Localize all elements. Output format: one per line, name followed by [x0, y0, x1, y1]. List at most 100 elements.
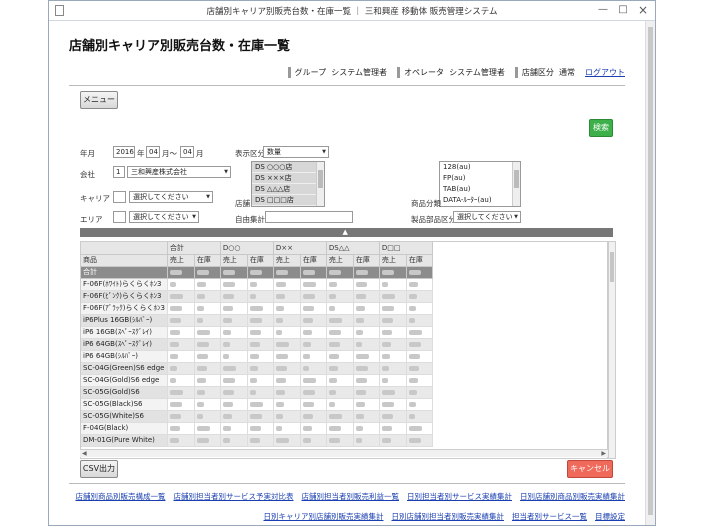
grid-vertical-scrollbar[interactable] — [608, 241, 616, 459]
masked-value — [408, 401, 416, 407]
total-cell — [167, 266, 195, 279]
masked-value — [381, 437, 391, 443]
masked-value — [249, 377, 257, 383]
sales-header: 売上 — [167, 254, 195, 267]
masked-value — [302, 293, 315, 299]
area-select[interactable]: 選択してください — [129, 211, 199, 223]
masked-value — [275, 305, 284, 311]
footer-link[interactable]: 日別店舗別担当者別販売実績集計 — [392, 511, 505, 522]
store-listbox[interactable]: DS ○○○店 DS ×××店 DS △△△店 DS □□□店 — [251, 161, 325, 207]
close-button[interactable]: × — [635, 3, 651, 17]
area-code-input[interactable] — [113, 211, 126, 223]
sales-cell — [273, 350, 301, 363]
footer-link[interactable]: 店舗別商品別販売構成一覧 — [76, 491, 166, 502]
masked-value — [249, 269, 262, 275]
sales-cell — [379, 314, 407, 327]
sales-cell — [220, 434, 248, 447]
sales-cell — [326, 434, 354, 447]
store-listbox-scrollbar[interactable] — [316, 162, 324, 206]
store-option[interactable]: DS △△△店 — [252, 184, 324, 195]
scroll-left-icon[interactable]: ◀ — [82, 450, 87, 458]
store-option[interactable]: DS □□□店 — [252, 195, 324, 206]
group-header-store-1: D○○ — [220, 242, 274, 255]
product-category-option[interactable]: DATA-ﾙｰﾀｰ(au) — [440, 195, 520, 206]
stock-cell — [300, 278, 327, 291]
stock-cell — [406, 410, 433, 423]
product-category-option[interactable]: TAB(au) — [440, 184, 520, 195]
carrier-code-input[interactable] — [113, 191, 126, 203]
store-option[interactable]: DS ○○○店 — [252, 162, 324, 173]
stock-cell — [353, 410, 380, 423]
collapse-toggle-bar[interactable]: ▲ — [80, 228, 613, 237]
stock-cell — [300, 290, 327, 303]
masked-value — [328, 353, 339, 359]
footer-link[interactable]: 店舗別担当者別販売利益一覧 — [302, 491, 400, 502]
masked-value — [196, 353, 208, 359]
masked-value — [249, 293, 256, 299]
page-scrollbar-thumb[interactable] — [648, 27, 653, 515]
product-category-listbox[interactable]: 128(au) FP(au) TAB(au) DATA-ﾙｰﾀｰ(au) — [439, 161, 521, 207]
grid-horizontal-scrollbar[interactable]: ◀ ▶ — [80, 449, 608, 457]
menu-button[interactable]: メニュー — [80, 91, 118, 109]
footer-links-row-1: 店舗別商品別販売構成一覧 店舗別担当者別サービス予実対比表 店舗別担当者別販売利… — [76, 491, 626, 502]
store-option[interactable]: DS ×××店 — [252, 173, 324, 184]
stock-cell — [300, 374, 327, 387]
masked-value — [196, 305, 204, 311]
store-listbox-thumb[interactable] — [318, 170, 323, 188]
sales-cell — [220, 422, 248, 435]
footer-link[interactable]: 店舗別担当者別サービス予実対比表 — [174, 491, 294, 502]
total-cell — [247, 266, 274, 279]
csv-export-button[interactable]: CSV出力 — [80, 460, 118, 478]
product-part-select[interactable]: 選択してください — [453, 211, 521, 223]
carrier-select[interactable]: 選択してください — [129, 191, 213, 203]
total-row-label: 合計 — [81, 266, 168, 279]
search-button[interactable]: 検索 — [589, 119, 613, 137]
footer-link[interactable]: 目標設定 — [595, 511, 625, 522]
product-category-option[interactable]: 128(au) — [440, 162, 520, 173]
page-scrollbar[interactable] — [645, 21, 655, 525]
masked-value — [169, 305, 182, 311]
grid-vertical-thumb[interactable] — [610, 252, 614, 282]
stock-cell — [300, 314, 327, 327]
maximize-button[interactable]: □ — [615, 3, 631, 17]
footer-link[interactable]: 日別キャリア別店舗別販売実績集計 — [264, 511, 384, 522]
footer-link[interactable]: 担当者別サービス一覧 — [512, 511, 587, 522]
masked-value — [196, 269, 209, 275]
product-category-option[interactable]: FP(au) — [440, 173, 520, 184]
product-category-thumb[interactable] — [514, 170, 519, 188]
masked-value — [302, 365, 309, 371]
month-from-input[interactable]: 04 — [146, 146, 160, 158]
group-header-store-2: D×× — [273, 242, 327, 255]
logout-link[interactable]: ログアウト — [585, 67, 625, 78]
masked-value — [169, 365, 177, 371]
free-total-input[interactable] — [265, 211, 353, 223]
company-code-input[interactable]: 1 — [113, 166, 125, 178]
cancel-button[interactable]: キャンセル — [567, 460, 613, 478]
stock-cell — [194, 338, 221, 351]
minimize-button[interactable]: — — [595, 3, 611, 17]
sales-cell — [273, 326, 301, 339]
product-category-scrollbar[interactable] — [512, 162, 520, 206]
company-select[interactable]: 三和興産株式会社 — [127, 166, 231, 178]
year-input[interactable]: 2016 — [113, 146, 135, 158]
product-name-cell: iP6 64GB(ｽﾍﾟｰｽｸﾞﾚｲ) — [81, 338, 168, 351]
masked-value — [381, 329, 392, 335]
masked-value — [249, 389, 256, 395]
scroll-right-icon[interactable]: ▶ — [601, 450, 606, 458]
masked-value — [408, 413, 415, 419]
year-unit: 年 — [137, 149, 145, 158]
month-to-input[interactable]: 04 — [180, 146, 194, 158]
page-content: 店舗別キャリア別販売台数・在庫一覧 グループ システム管理者 オペレータ システ… — [49, 21, 645, 525]
masked-value — [381, 401, 394, 407]
masked-value — [275, 329, 282, 335]
results-grid: 合計 D○○ D×× DS△△ D□□ 商品 売上 在庫 売上 在庫 売上 在庫 売上… — [80, 241, 608, 459]
total-cell — [220, 266, 248, 279]
footer-link[interactable]: 日別店舗別商品別販売実績集計 — [520, 491, 625, 502]
masked-value — [381, 425, 392, 431]
display-type-select[interactable]: 数量 — [263, 146, 329, 158]
footer-link[interactable]: 日別担当者別サービス実績集計 — [407, 491, 512, 502]
sales-cell — [273, 290, 301, 303]
grid-body: F-06F(ﾎﾜｲﾄ)らくらくﾎﾝ3 F-06F(ﾋﾟﾝｸ)らくらくﾎﾝ3 F-06… — [81, 278, 433, 447]
sales-cell — [273, 410, 301, 423]
masked-value — [222, 389, 234, 395]
